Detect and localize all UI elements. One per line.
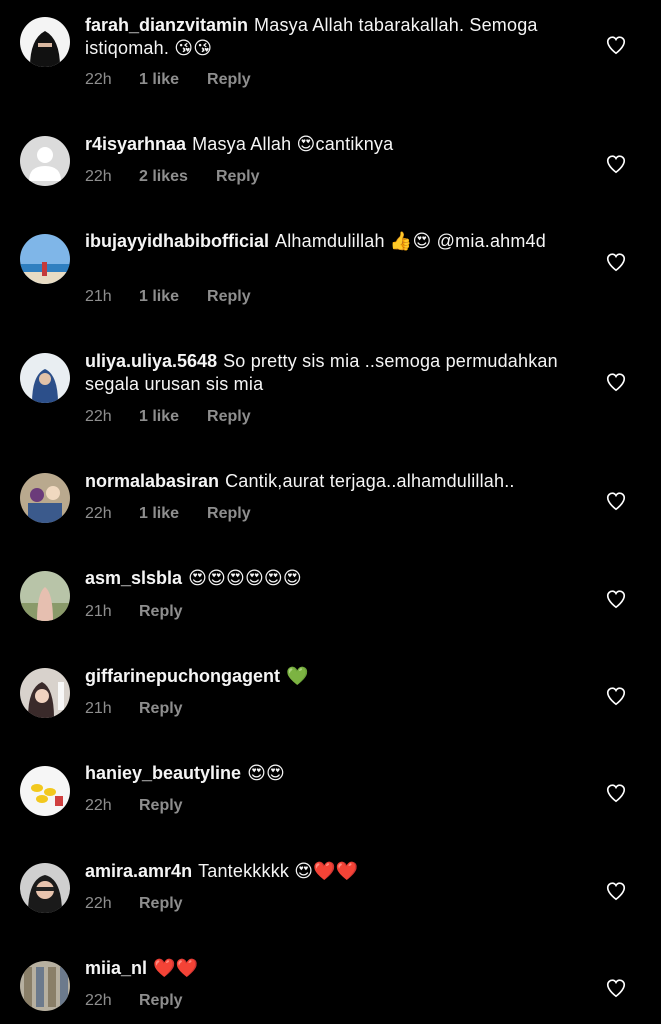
comment-meta: 22h Reply <box>85 991 183 1011</box>
heart-outline-icon[interactable] <box>605 880 627 902</box>
comment-username[interactable]: haniey_beautyline <box>85 763 241 783</box>
avatar[interactable] <box>20 766 70 816</box>
heart-outline-icon[interactable] <box>605 153 627 175</box>
comment-time: 21h <box>85 700 112 717</box>
comment-message: Alhamdulillah 👍😍 @mia.ahm4d <box>275 231 546 251</box>
comment-meta: 22h 2 likes Reply <box>85 167 260 187</box>
comment-likes[interactable]: 1 like <box>139 407 179 427</box>
comment-message: 💚 <box>286 666 309 686</box>
comment-text: miia_nl ❤️❤️ <box>85 957 590 980</box>
comment-text: haniey_beautyline 😍😍 <box>85 762 590 785</box>
comment-username[interactable]: amira.amr4n <box>85 861 192 881</box>
comment-username[interactable]: normalabasiran <box>85 471 219 491</box>
comment-likes[interactable]: 1 like <box>139 70 179 90</box>
comment-time: 21h <box>85 288 112 305</box>
comment-meta: 22h Reply <box>85 796 183 816</box>
comment-time: 22h <box>85 895 112 912</box>
comment-message: ❤️❤️ <box>153 958 199 978</box>
reply-button[interactable]: Reply <box>216 167 260 187</box>
comment-message: Cantik,aurat terjaga..alhamdulillah.. <box>225 471 515 491</box>
comment-meta: 22h Reply <box>85 894 183 914</box>
reply-button[interactable]: Reply <box>207 287 251 307</box>
comment-time: 22h <box>85 992 112 1009</box>
reply-button[interactable]: Reply <box>139 894 183 914</box>
comment-username[interactable]: giffarinepuchongagent <box>85 666 280 686</box>
heart-outline-icon[interactable] <box>605 782 627 804</box>
reply-button[interactable]: Reply <box>207 504 251 524</box>
avatar[interactable] <box>20 234 70 284</box>
avatar[interactable] <box>20 17 70 67</box>
comment-time: 22h <box>85 71 112 88</box>
comment-username[interactable]: asm_slsbla <box>85 568 182 588</box>
comment-text: r4isyarhnaa Masya Allah 😍cantiknya <box>85 133 590 156</box>
avatar[interactable] <box>20 473 70 523</box>
comment-text: amira.amr4n Tantekkkkk 😍❤️❤️ <box>85 860 590 883</box>
heart-outline-icon[interactable] <box>605 977 627 999</box>
comment-message: Masya Allah 😍cantiknya <box>192 134 394 154</box>
avatar[interactable] <box>20 353 70 403</box>
comment-text: giffarinepuchongagent 💚 <box>85 665 590 688</box>
reply-button[interactable]: Reply <box>139 699 183 719</box>
avatar[interactable] <box>20 961 70 1011</box>
comment-text: ibujayyidhabibofficial Alhamdulillah 👍😍 @… <box>85 230 590 253</box>
heart-outline-icon[interactable] <box>605 588 627 610</box>
comment-meta: 22h 1 like Reply <box>85 70 251 90</box>
heart-outline-icon[interactable] <box>605 34 627 56</box>
comment-meta: 22h 1 like Reply <box>85 407 251 427</box>
comment-text: farah_dianzvitamin Masya Allah tabarakall… <box>85 14 590 60</box>
comment-message: 😍😍😍😍😍😍 <box>188 568 302 588</box>
avatar[interactable] <box>20 136 70 186</box>
comment-text: normalabasiran Cantik,aurat terjaga..alha… <box>85 470 590 493</box>
comment-username[interactable]: uliya.uliya.5648 <box>85 351 217 371</box>
comment-username[interactable]: miia_nl <box>85 958 147 978</box>
comment-meta: 21h Reply <box>85 602 183 622</box>
comment-username[interactable]: ibujayyidhabibofficial <box>85 231 269 251</box>
comment-text: uliya.uliya.5648 So pretty sis mia ..semo… <box>85 350 590 396</box>
comment-likes[interactable]: 2 likes <box>139 167 188 187</box>
comment-username[interactable]: farah_dianzvitamin <box>85 15 248 35</box>
heart-outline-icon[interactable] <box>605 371 627 393</box>
comment-time: 22h <box>85 505 112 522</box>
heart-outline-icon[interactable] <box>605 490 627 512</box>
comment-meta: 21h Reply <box>85 699 183 719</box>
heart-outline-icon[interactable] <box>605 685 627 707</box>
comment-likes[interactable]: 1 like <box>139 504 179 524</box>
reply-button[interactable]: Reply <box>139 602 183 622</box>
comment-username[interactable]: r4isyarhnaa <box>85 134 186 154</box>
comment-likes[interactable]: 1 like <box>139 287 179 307</box>
comment-meta: 21h 1 like Reply <box>85 287 251 307</box>
reply-button[interactable]: Reply <box>139 796 183 816</box>
comment-time: 22h <box>85 408 112 425</box>
heart-outline-icon[interactable] <box>605 251 627 273</box>
comment-message: 😍😍 <box>247 763 285 783</box>
reply-button[interactable]: Reply <box>139 991 183 1011</box>
reply-button[interactable]: Reply <box>207 407 251 427</box>
reply-button[interactable]: Reply <box>207 70 251 90</box>
comment-time: 21h <box>85 603 112 620</box>
comment-text: asm_slsbla 😍😍😍😍😍😍 <box>85 567 590 590</box>
comment-time: 22h <box>85 797 112 814</box>
avatar[interactable] <box>20 668 70 718</box>
comment-time: 22h <box>85 168 112 185</box>
avatar[interactable] <box>20 863 70 913</box>
comment-message: Tantekkkkk 😍❤️❤️ <box>198 861 359 881</box>
comment-meta: 22h 1 like Reply <box>85 504 251 524</box>
avatar[interactable] <box>20 571 70 621</box>
